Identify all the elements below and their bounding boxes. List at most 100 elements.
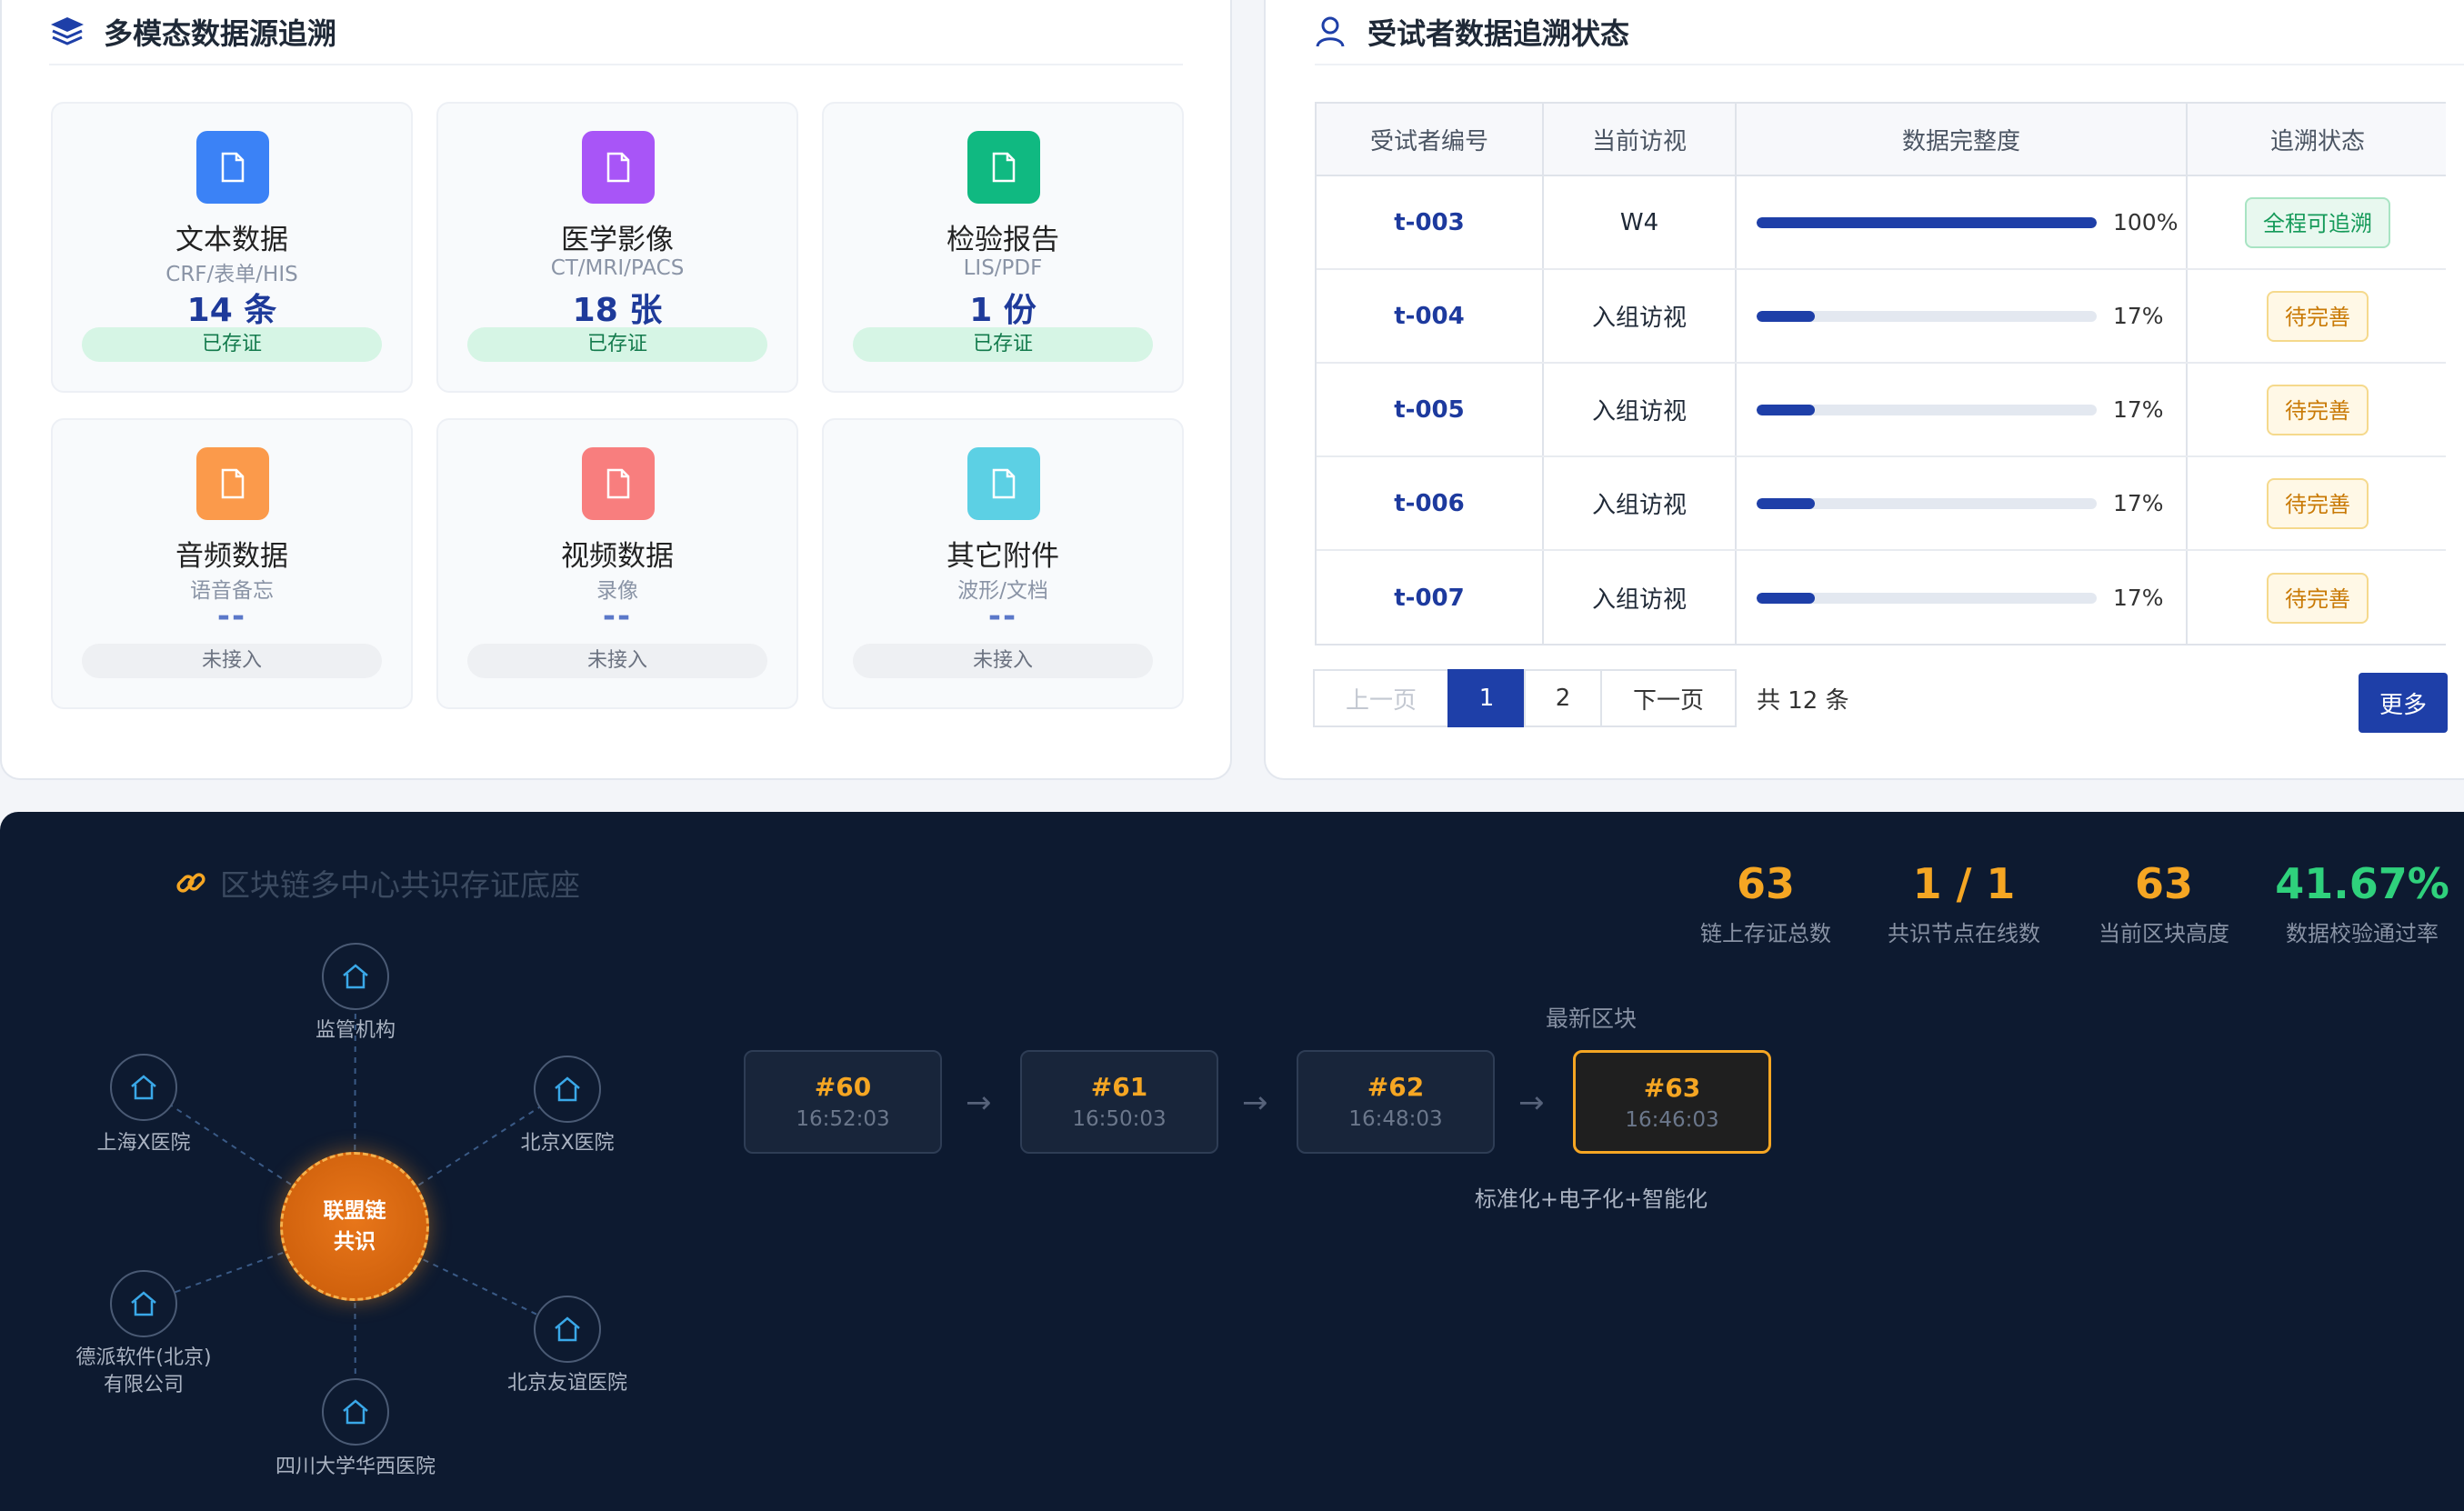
source-count: -- xyxy=(602,598,633,635)
stat-verify-rate: 41.67% 数据校验通过率 xyxy=(2271,859,2453,947)
file-icon xyxy=(196,131,269,204)
trace-status-cell: 待完善 xyxy=(2186,551,2448,645)
page-2-button[interactable]: 2 xyxy=(1524,669,1602,727)
node-depai-software[interactable] xyxy=(110,1270,177,1337)
col-header-visit: 当前访视 xyxy=(1542,104,1735,175)
user-icon xyxy=(1316,16,1347,47)
panel-header: 受试者数据追溯状态 xyxy=(1315,0,2464,65)
table-header: 受试者编号 当前访视 数据完整度 追溯状态 xyxy=(1317,104,2446,176)
visit-cell: 入组访视 xyxy=(1542,551,1735,645)
subject-id-link[interactable]: t-005 xyxy=(1394,396,1465,424)
trace-status-tag: 全程可追溯 xyxy=(2245,196,2390,248)
file-icon xyxy=(582,131,655,204)
visit-cell: 入组访视 xyxy=(1542,270,1735,362)
subject-id-link[interactable]: t-003 xyxy=(1394,209,1465,236)
chain-arrow-icon: → xyxy=(966,1085,992,1121)
node-regulator[interactable] xyxy=(322,943,389,1010)
table-row[interactable]: t-005 入组访视 17% 待完善 xyxy=(1317,364,2446,457)
node-label: 德派软件(北京)有限公司 xyxy=(75,1346,212,1396)
block-card[interactable]: #62 16:48:03 xyxy=(1297,1050,1495,1154)
more-button[interactable]: 更多 xyxy=(2359,673,2448,733)
panel-title: 多模态数据源追溯 xyxy=(104,16,337,51)
pagination: 上一页 1 2 下一页 共 12 条 xyxy=(1313,669,1849,727)
subject-table: 受试者编号 当前访视 数据完整度 追溯状态 t-003 W4 100% 全程可追溯 t-… xyxy=(1315,102,2446,645)
stat-total-records: 63 链上存证总数 xyxy=(1693,859,1838,947)
completeness-percent: 17% xyxy=(2113,490,2164,516)
status-badge: 未接入 xyxy=(82,644,382,678)
completeness-percent: 17% xyxy=(2113,303,2164,329)
trace-status-tag: 待完善 xyxy=(2267,290,2369,342)
file-icon xyxy=(967,447,1040,520)
building-icon xyxy=(555,1316,580,1342)
source-card[interactable]: 医学影像 CT/MRI/PACS 18 张已存证 xyxy=(436,102,798,393)
stat-label: 链上存证总数 xyxy=(1700,921,1831,946)
page-1-button[interactable]: 1 xyxy=(1447,669,1526,727)
source-subtitle: CT/MRI/PACS xyxy=(550,256,685,280)
completeness-percent: 17% xyxy=(2113,585,2164,611)
file-icon xyxy=(196,447,269,520)
stat-label: 当前区块高度 xyxy=(2098,921,2229,946)
trace-status-tag: 待完善 xyxy=(2267,572,2369,624)
panel-header: 多模态数据源追溯 xyxy=(49,0,1183,65)
table-row[interactable]: t-003 W4 100% 全程可追溯 xyxy=(1317,176,2446,270)
prev-page-button[interactable]: 上一页 xyxy=(1313,669,1449,727)
consensus-hub: 联盟链 共识 xyxy=(280,1152,429,1301)
status-badge: 已存证 xyxy=(853,327,1153,362)
visit-cell: 入组访视 xyxy=(1542,364,1735,455)
table-row[interactable]: t-006 入组访视 17% 待完善 xyxy=(1317,457,2446,551)
source-card[interactable]: 文本数据 CRF/表单/HIS 14 条已存证 xyxy=(51,102,413,393)
table-row[interactable]: t-004 入组访视 17% 待完善 xyxy=(1317,270,2446,364)
table-row[interactable]: t-007 入组访视 17% 待完善 xyxy=(1317,551,2446,645)
source-title: 音频数据 xyxy=(175,540,288,573)
block-time: 16:48:03 xyxy=(1348,1107,1443,1131)
building-icon xyxy=(343,964,368,989)
stat-label: 数据校验通过率 xyxy=(2286,921,2439,946)
block-card[interactable]: #60 16:52:03 xyxy=(744,1050,942,1154)
latest-block-card[interactable]: #63 16:46:03 xyxy=(1573,1050,1771,1154)
source-card[interactable]: 检验报告 LIS/PDF 1 份已存证 xyxy=(822,102,1184,393)
visit-cell: W4 xyxy=(1542,176,1735,268)
completeness-cell: 17% xyxy=(1735,457,2186,549)
status-badge: 已存证 xyxy=(82,327,382,362)
source-count: -- xyxy=(987,598,1018,635)
total-count: 共 12 条 xyxy=(1757,686,1849,715)
source-card[interactable]: 音频数据 语音备忘 -- 未接入 xyxy=(51,418,413,709)
source-card[interactable]: 其它附件 波形/文档 -- 未接入 xyxy=(822,418,1184,709)
stat-value: 41.67% xyxy=(2275,859,2449,908)
block-card[interactable]: #61 16:50:03 xyxy=(1020,1050,1218,1154)
source-card[interactable]: 视频数据 录像 -- 未接入 xyxy=(436,418,798,709)
blockchain-section: 区块链多中心共识存证底座 63 链上存证总数 1 / 1 共识节点在线数 63 … xyxy=(0,812,2464,1511)
node-west-china-hospital[interactable] xyxy=(322,1378,389,1446)
node-beijing-friendship-hospital[interactable] xyxy=(534,1296,601,1363)
trace-status-tag: 待完善 xyxy=(2267,477,2369,529)
stat-value: 63 xyxy=(2134,859,2193,908)
completeness-percent: 100% xyxy=(2113,209,2179,235)
layers-icon xyxy=(51,17,84,45)
completeness-bar-fill xyxy=(1757,310,1815,322)
subject-id-cell: t-006 xyxy=(1317,457,1542,549)
col-header-completeness: 数据完整度 xyxy=(1735,104,2186,175)
node-shanghai-x-hospital[interactable] xyxy=(110,1054,177,1121)
completeness-bar-fill xyxy=(1757,497,1815,509)
source-count: 18 张 xyxy=(572,292,663,329)
subject-id-link[interactable]: t-004 xyxy=(1394,303,1465,330)
subject-id-link[interactable]: t-007 xyxy=(1394,585,1465,612)
block-time: 16:52:03 xyxy=(796,1107,890,1131)
next-page-button[interactable]: 下一页 xyxy=(1600,669,1737,727)
block-number: #60 xyxy=(814,1072,872,1102)
subject-id-link[interactable]: t-006 xyxy=(1394,490,1465,517)
latest-block-caption: 标准化+电子化+智能化 xyxy=(1474,1186,1708,1212)
node-label: 上海X医院 xyxy=(96,1132,191,1155)
source-count: -- xyxy=(216,598,247,635)
completeness-bar xyxy=(1757,497,2097,509)
node-label: 监管机构 xyxy=(315,1019,396,1042)
source-title: 检验报告 xyxy=(947,224,1059,256)
completeness-bar-fill xyxy=(1757,592,1815,604)
col-header-status: 追溯状态 xyxy=(2186,104,2448,175)
completeness-bar xyxy=(1757,592,2097,604)
node-label: 北京X医院 xyxy=(520,1132,615,1155)
node-beijing-x-hospital[interactable] xyxy=(534,1056,601,1123)
source-title: 医学影像 xyxy=(561,224,674,256)
node-label: 四川大学华西医院 xyxy=(275,1456,436,1478)
hub-label-line1: 联盟链 xyxy=(323,1199,386,1223)
